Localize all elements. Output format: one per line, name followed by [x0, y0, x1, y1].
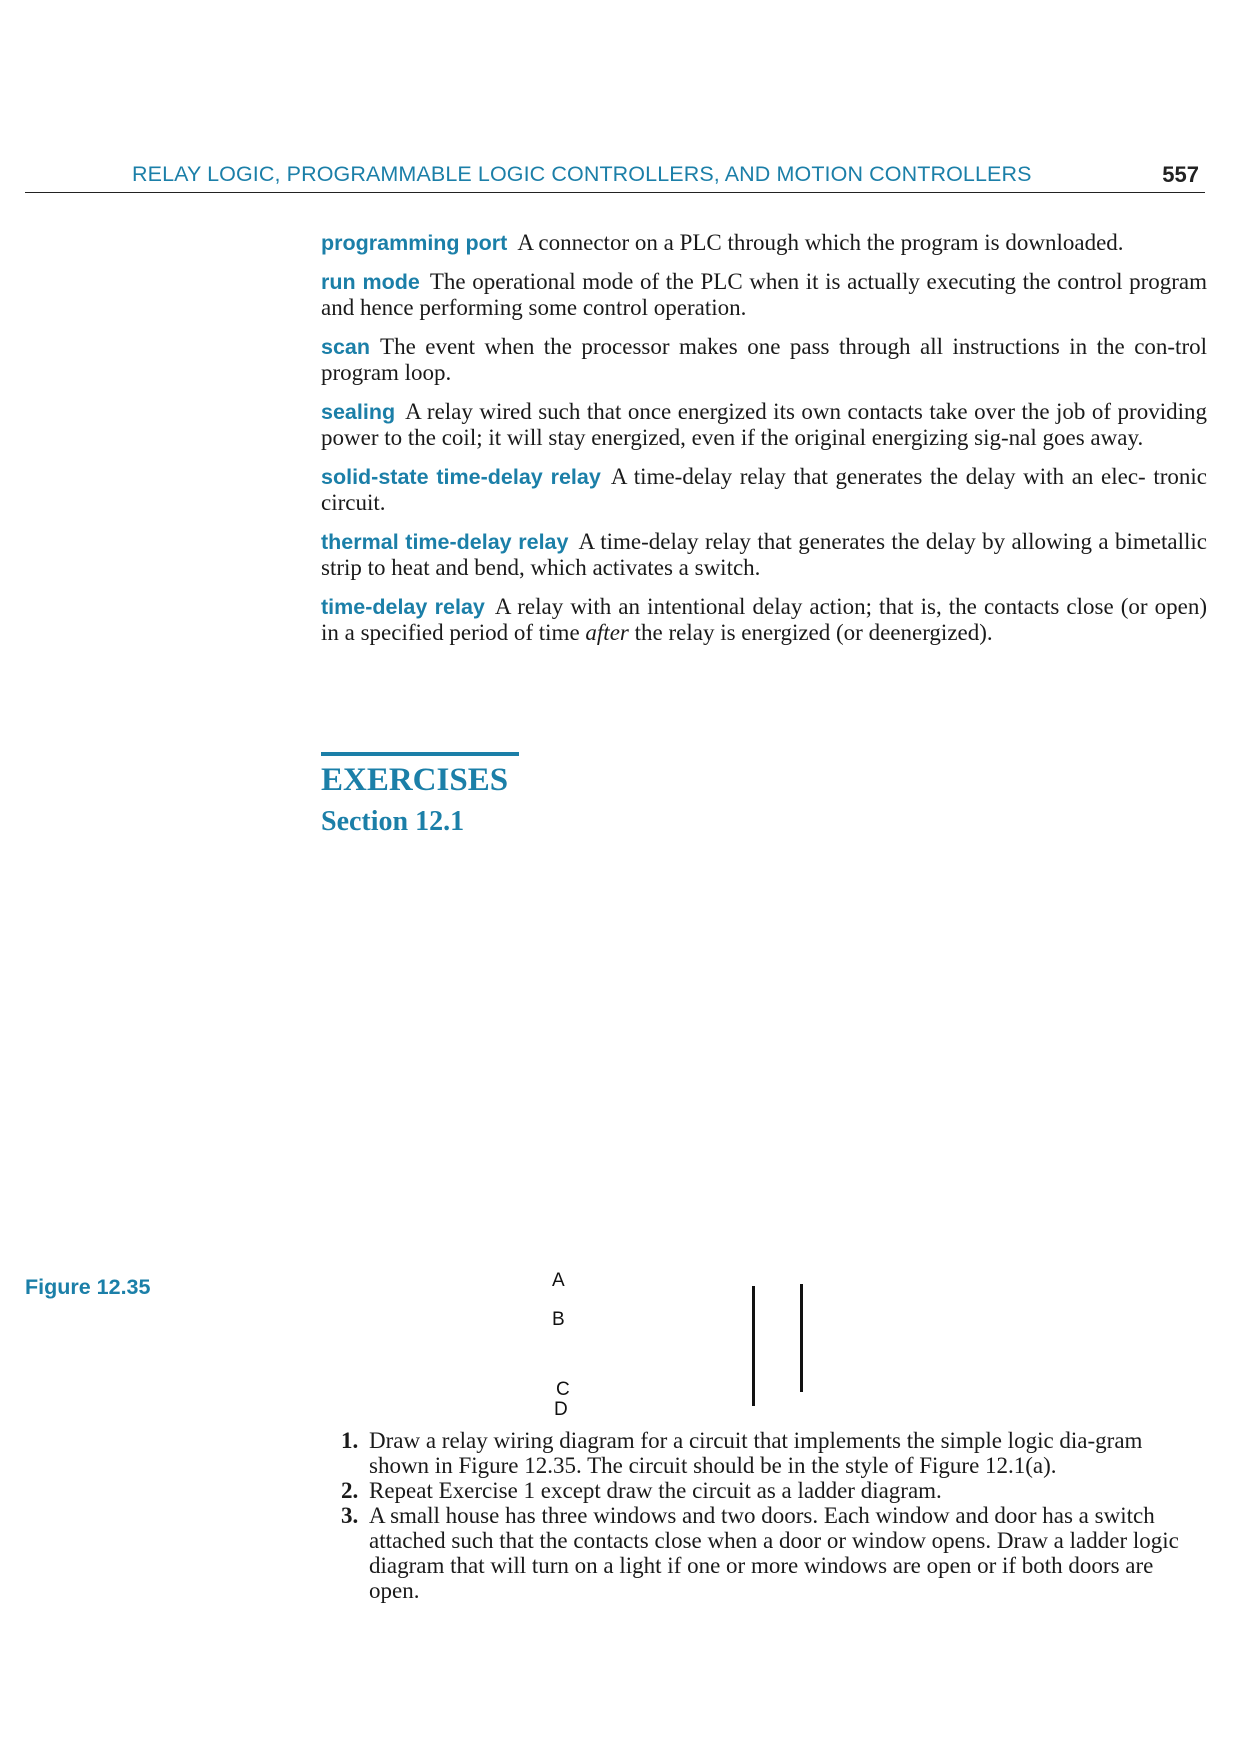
exercises-heading: EXERCISES: [321, 752, 519, 799]
glossary-term: time-delay relay: [321, 594, 485, 619]
running-title: RELAY LOGIC, PROGRAMMABLE LOGIC CONTROLL…: [132, 162, 1032, 186]
figure-line: [752, 1286, 755, 1406]
glossary-term: sealing: [321, 399, 396, 424]
glossary-entry: time-delay relay A relay with an intentio…: [321, 594, 1207, 647]
glossary-definition: The operational mode of the PLC when it …: [321, 268, 1207, 321]
glossary-definition: The event when the processor makes one p…: [321, 333, 1207, 386]
running-header: RELAY LOGIC, PROGRAMMABLE LOGIC CONTROLL…: [25, 158, 1205, 193]
glossary-term: run mode: [321, 269, 420, 294]
exercise-list: 1. Draw a relay wiring diagram for a circ…: [341, 1428, 1191, 1603]
figure-input-label: B: [552, 1309, 565, 1330]
glossary-definition: the relay is energized (or deenergized).: [628, 620, 993, 645]
glossary-emphasis: after: [585, 620, 629, 645]
figure-input-label: A: [552, 1270, 565, 1291]
figure-label: Figure 12.35: [25, 1275, 151, 1299]
glossary-entry: scan The event when the processor makes o…: [321, 334, 1207, 387]
glossary-entry: programming port A connector on a PLC thr…: [321, 230, 1207, 257]
figure-line: [800, 1284, 803, 1392]
section-heading: Section 12.1: [321, 806, 465, 837]
glossary-definition: A relay wired such that once energized i…: [321, 398, 1207, 451]
exercise-item: 2. Repeat Exercise 1 except draw the circ…: [341, 1478, 1191, 1503]
exercise-text: Draw a relay wiring diagram for a circui…: [369, 1428, 1143, 1478]
exercise-item: 1. Draw a relay wiring diagram for a circ…: [341, 1428, 1191, 1478]
logic-diagram-figure: A B C D: [540, 1270, 860, 1430]
exercise-text: Repeat Exercise 1 except draw the circui…: [369, 1478, 942, 1503]
glossary-term: scan: [321, 334, 371, 359]
glossary-entry: thermal time-delay relay A time-delay rel…: [321, 529, 1207, 582]
glossary-term: thermal time-delay relay: [321, 529, 569, 554]
glossary-term: programming port: [321, 231, 508, 255]
figure-input-label: D: [554, 1399, 568, 1420]
figure-input-label: C: [556, 1379, 570, 1400]
glossary-term: solid-state time-delay relay: [321, 464, 601, 489]
glossary-entry: sealing A relay wired such that once ener…: [321, 399, 1207, 452]
exercise-item: 3. A small house has three windows and tw…: [341, 1503, 1191, 1603]
glossary-entry: run mode The operational mode of the PLC …: [321, 269, 1207, 322]
exercise-number: 2.: [341, 1478, 359, 1503]
exercise-number: 3.: [341, 1503, 359, 1528]
glossary-entry: solid-state time-delay relay A time-delay…: [321, 464, 1207, 517]
glossary-definition: A connector on a PLC through which the p…: [517, 230, 1124, 255]
exercise-text: A small house has three windows and two …: [369, 1503, 1179, 1603]
exercise-number: 1.: [341, 1428, 359, 1453]
glossary: programming port A connector on a PLC thr…: [321, 230, 1207, 659]
page-number: 557: [1162, 162, 1199, 187]
